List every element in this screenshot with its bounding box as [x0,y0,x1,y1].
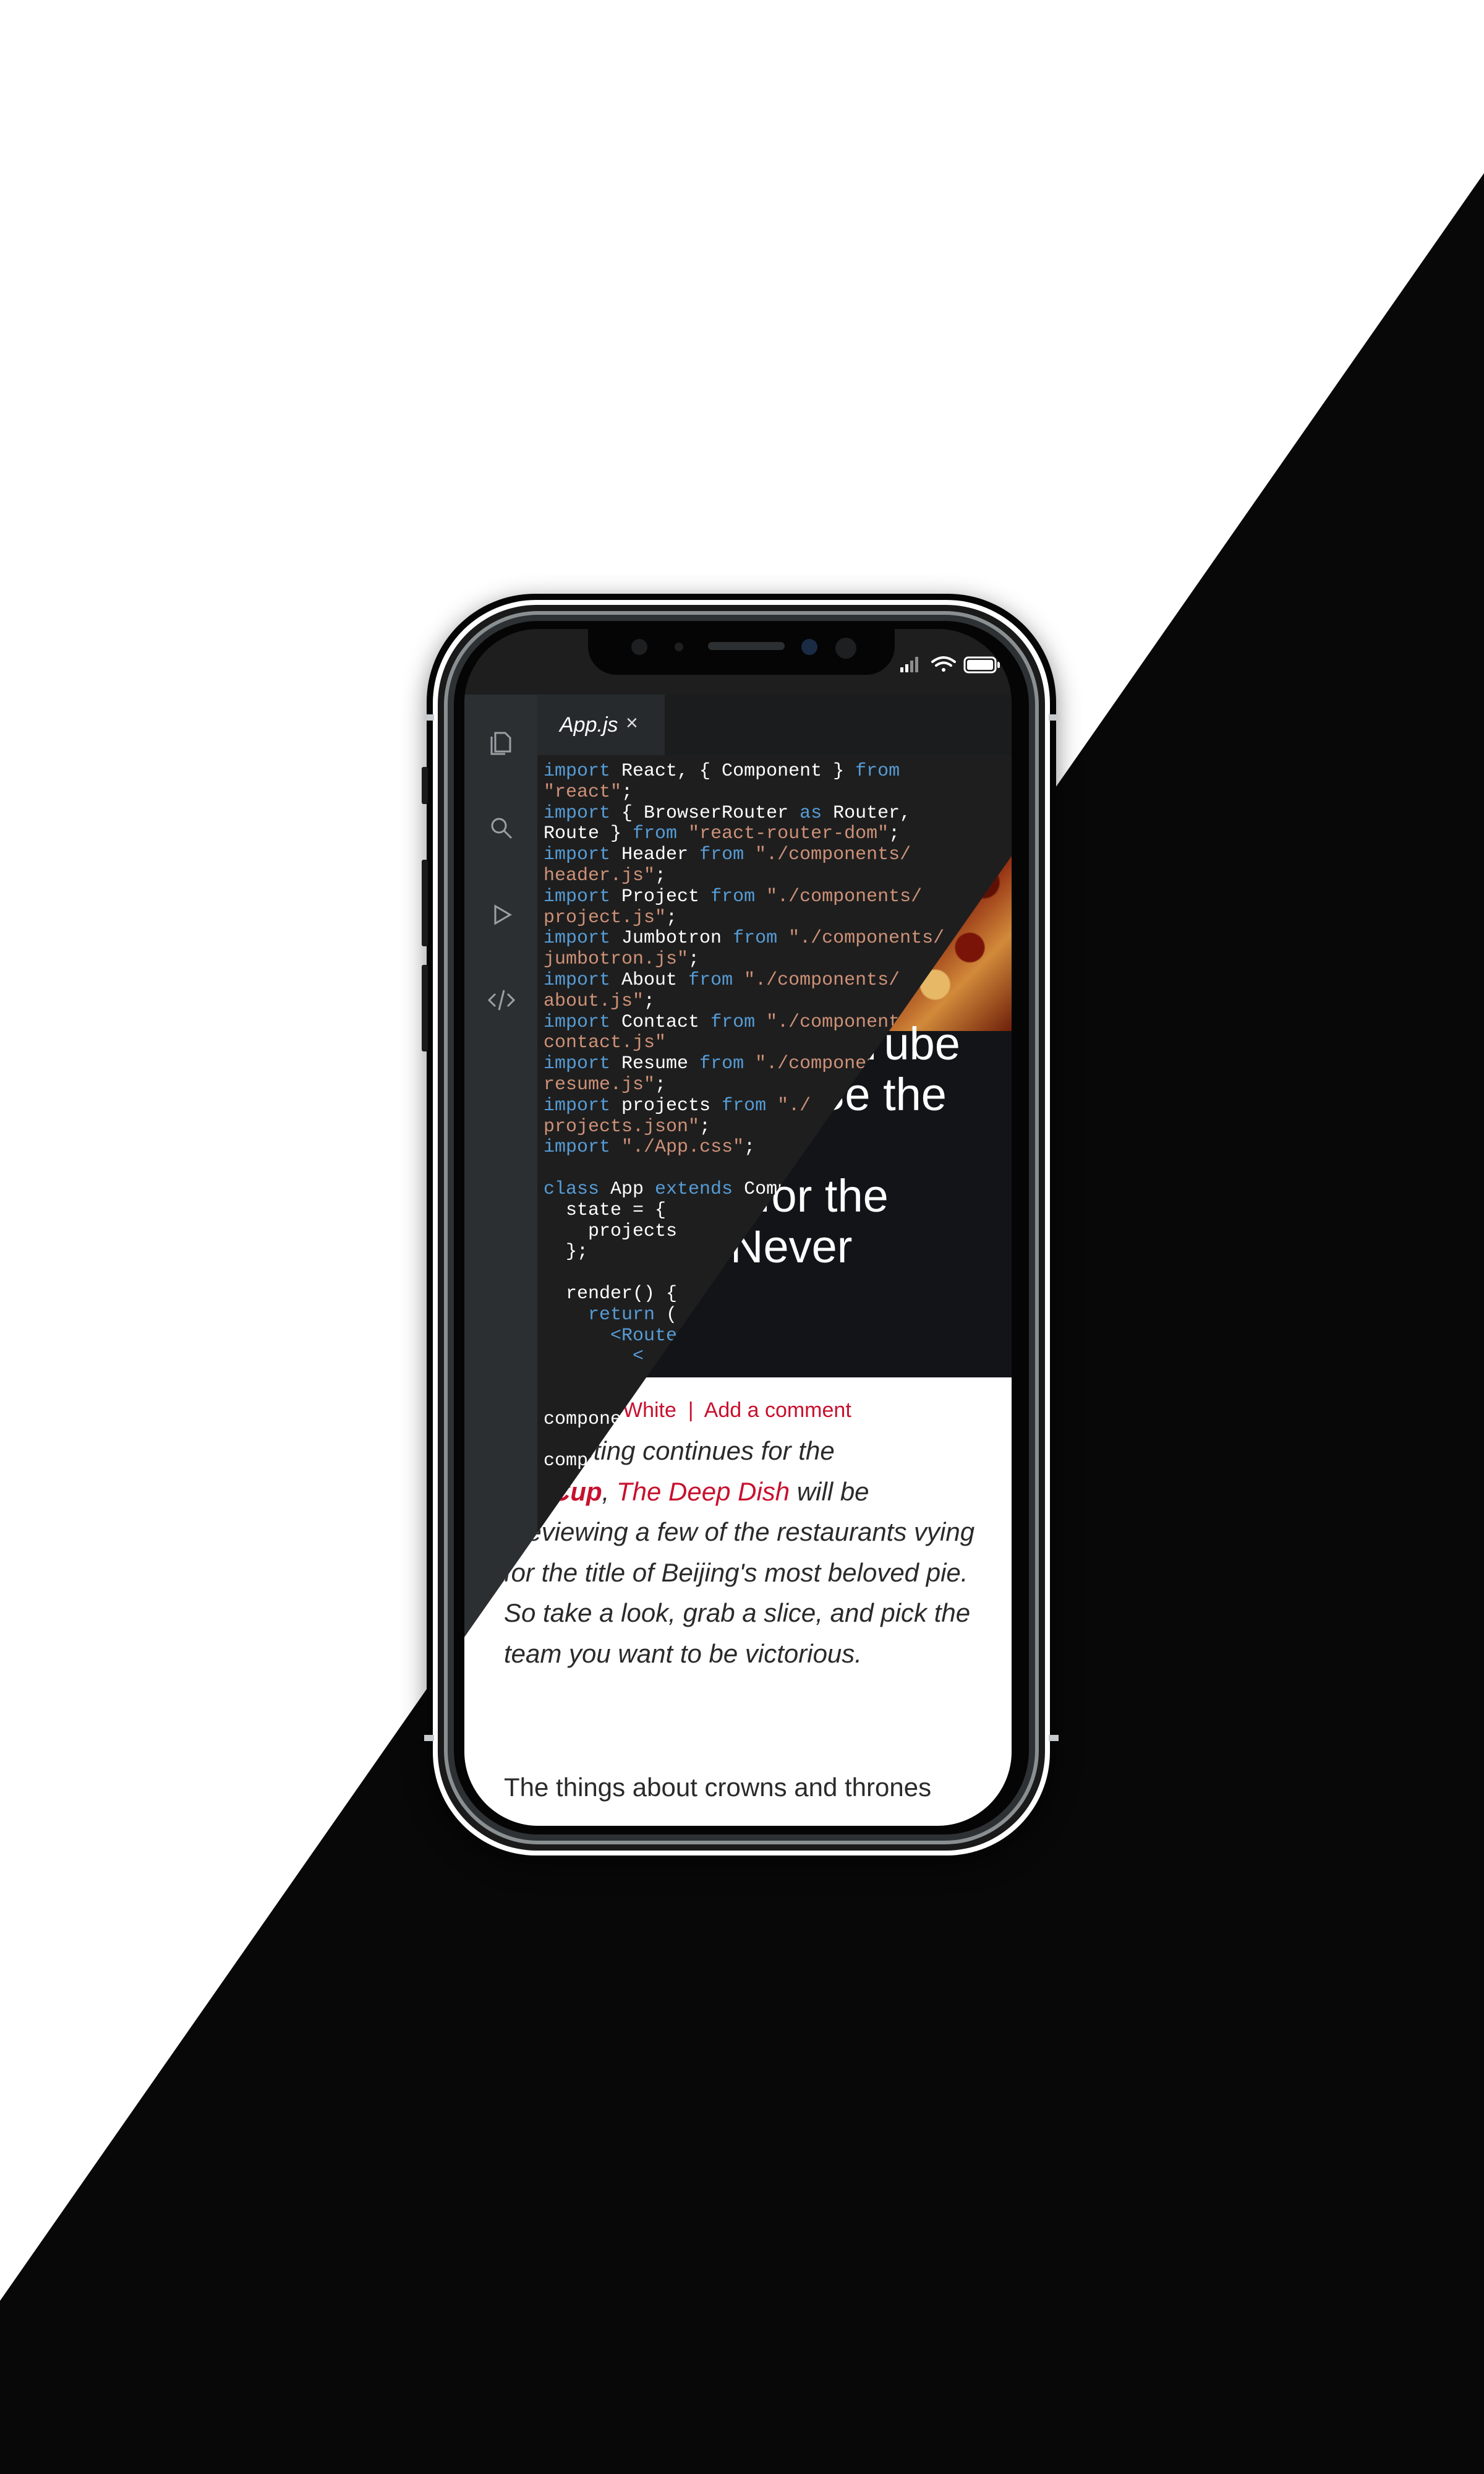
search-icon[interactable] [485,812,518,844]
battery-icon [963,656,1000,674]
code-line: "react"; [544,781,633,803]
code-line: import { BrowserRouter as Router, [544,802,911,824]
deep-dish-link[interactable]: The Deep Dish [616,1477,790,1506]
code-line: Route } from "react-router-dom"; [544,823,900,845]
files-icon[interactable] [485,726,518,758]
volume-up-button [422,860,428,946]
code-line: import Jumbotron from "./components/ [544,928,945,949]
tab-bar: App.js × [537,695,1012,755]
speaker [708,642,785,650]
notch [588,629,895,675]
status-icons [900,656,1000,674]
tab-label: App.js [560,713,618,737]
code-line: project.js"; [544,907,678,928]
code-line: import About from "./components/ [544,969,900,991]
code-line: about.js"; [544,990,655,1012]
byline: White | Add a comment [623,1398,1012,1423]
wifi-icon [931,656,956,672]
run-icon[interactable] [485,899,518,931]
signal-icon [900,657,918,672]
code-line: jumbotron.js"; [544,949,700,970]
code-line: import Contact from "./components/ [544,1011,923,1033]
byline-text[interactable]: White | Add a comment [623,1398,851,1422]
intro-comma: , [602,1476,617,1506]
tab-app-js[interactable]: App.js × [537,695,665,755]
article-paragraph: The things about crowns and thrones [504,1773,932,1802]
code-line: import React, { Component } from [544,761,900,782]
code-line: import Project from "./components/ [544,886,923,907]
volume-down-button [422,965,428,1051]
code-line: header.js"; [544,865,667,886]
code-line: import Header from "./components/ [544,844,911,866]
phone-screen: App.js × import React, { Component } fro… [464,629,1012,1826]
tab-close-button[interactable]: × [626,711,638,735]
code-icon[interactable] [485,984,518,1016]
mute-switch [422,767,428,804]
status-bar [464,629,1012,695]
